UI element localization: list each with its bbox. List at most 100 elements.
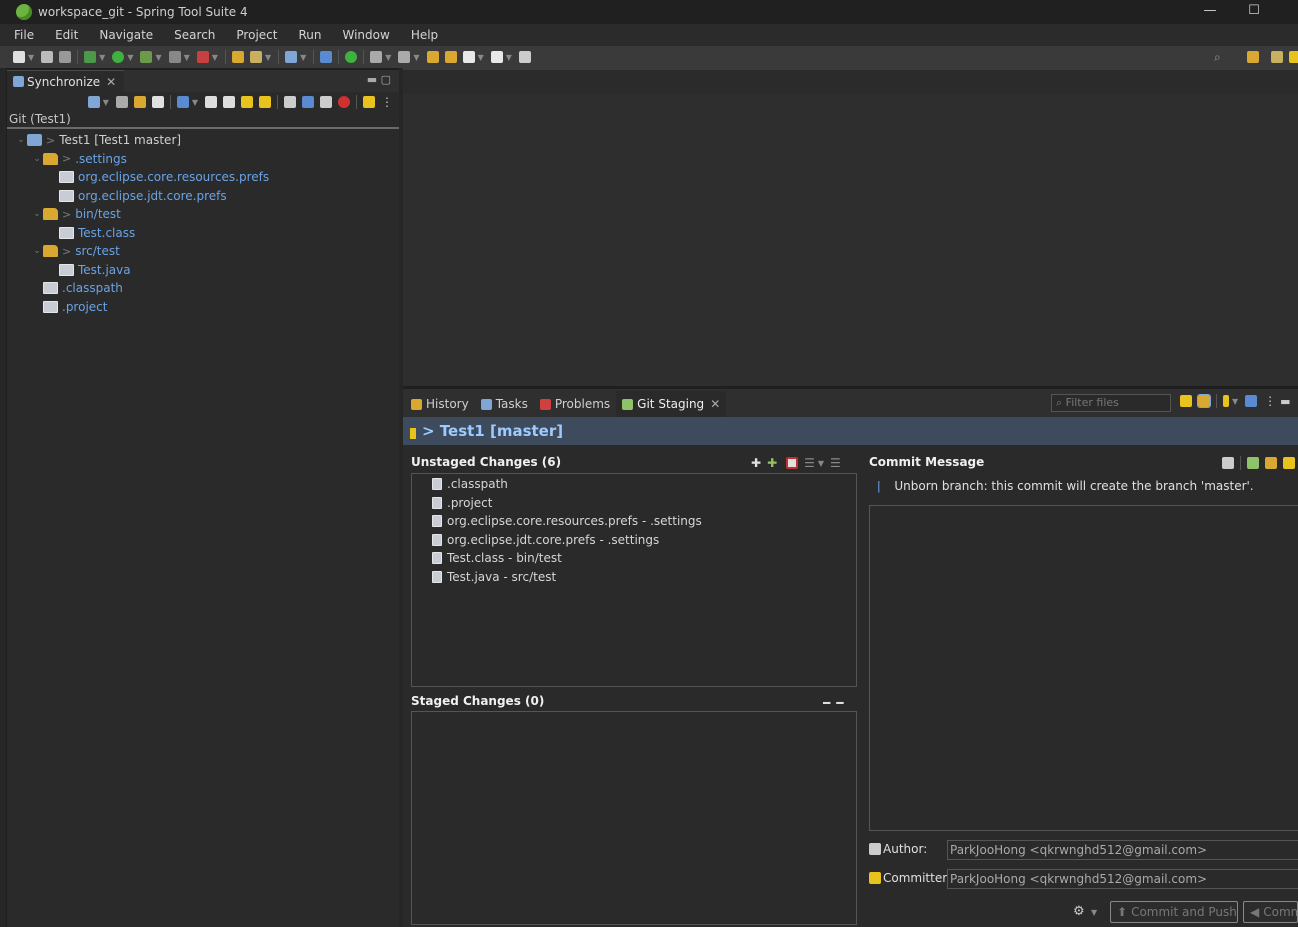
menu-navigate[interactable]: Navigate [91, 24, 161, 46]
stage-all-icon[interactable]: ✚ [767, 456, 777, 470]
tab-tasks[interactable]: Tasks [475, 391, 534, 417]
synchronize-icon[interactable] [115, 96, 128, 108]
list-item[interactable]: .classpath [412, 475, 856, 494]
both-mode-icon[interactable] [320, 96, 332, 108]
menu-help[interactable]: Help [403, 24, 446, 46]
sync-mode-dropdown-icon[interactable]: ▼ [103, 98, 109, 107]
minimize-button[interactable]: — [1188, 0, 1232, 24]
tree-item[interactable]: ⌄ > src/test [7, 242, 399, 261]
tree-item[interactable]: Test.class [7, 224, 399, 243]
link-selection-icon[interactable] [1197, 394, 1211, 408]
outgoing-mode-icon[interactable] [302, 96, 314, 108]
debug-dropdown-icon[interactable]: ▼ [99, 53, 105, 62]
save-all-icon[interactable] [59, 51, 72, 63]
tree-item[interactable]: .project [7, 298, 399, 317]
chevron-down-icon[interactable]: ⌄ [31, 154, 43, 164]
commit-and-push-button[interactable]: ⬆ Commit and Push [1110, 901, 1238, 923]
pin-editor-icon[interactable] [518, 51, 531, 63]
repository-icon[interactable] [1223, 395, 1229, 407]
layout-dropdown-icon[interactable]: ▼ [192, 98, 198, 107]
list-item[interactable]: org.eclipse.jdt.core.prefs - .settings [412, 531, 856, 550]
new-icon[interactable] [13, 51, 25, 63]
sync-mode-icon[interactable] [87, 96, 100, 108]
tree-item[interactable]: .classpath [7, 279, 399, 298]
back-icon[interactable] [462, 51, 475, 63]
stop-dropdown-icon[interactable]: ▼ [184, 53, 190, 62]
annotation-prev-icon[interactable] [398, 51, 411, 63]
chevron-down-icon[interactable]: ⌄ [31, 209, 43, 219]
tab-history[interactable]: History [405, 391, 475, 417]
tab-git-staging[interactable]: Git Staging ✕ [616, 391, 727, 417]
layout-icon[interactable] [176, 96, 189, 108]
menu-run[interactable]: Run [290, 24, 329, 46]
maximize-button[interactable]: ☐ [1232, 0, 1276, 24]
view-menu-icon[interactable]: ⋮ [1264, 394, 1276, 408]
collapse-all-icon[interactable] [223, 96, 235, 108]
git-icon[interactable] [285, 51, 298, 63]
debug-icon[interactable] [84, 51, 97, 63]
pull-icon[interactable] [133, 96, 146, 108]
boot-dashboard-icon[interactable] [345, 51, 358, 63]
presentation-dropdown-icon[interactable]: ▼ [818, 459, 824, 468]
unstaged-changes-list[interactable]: .classpath .project org.eclipse.core.resou… [411, 473, 857, 687]
incoming-mode-icon[interactable] [284, 96, 296, 108]
menu-window[interactable]: Window [334, 24, 397, 46]
tree-item[interactable]: ⌄ > .settings [7, 150, 399, 169]
presentation-icon[interactable]: ☰ [804, 456, 815, 470]
tab-synchronize[interactable]: Synchronize ✕ [7, 70, 125, 92]
git-dropdown-icon[interactable]: ▼ [300, 53, 306, 62]
close-icon[interactable]: ✕ [710, 397, 720, 411]
gear-icon[interactable]: ⚙ [1073, 904, 1085, 919]
layout-icon[interactable] [1245, 395, 1258, 407]
menu-project[interactable]: Project [228, 24, 285, 46]
tree-item[interactable]: ⌄ > bin/test [7, 205, 399, 224]
commit-message-input[interactable] [869, 505, 1298, 831]
stop-icon[interactable] [168, 51, 181, 63]
previous-difference-icon[interactable] [259, 96, 271, 108]
lock-icon[interactable] [1283, 457, 1295, 469]
list-item[interactable]: .project [412, 494, 856, 513]
open-perspective-icon[interactable] [1247, 51, 1259, 63]
commit-button[interactable]: ◀ Comm [1243, 901, 1298, 923]
close-icon[interactable]: ✕ [106, 75, 116, 89]
java-perspective-icon[interactable] [1289, 51, 1298, 63]
next-edit-icon[interactable] [444, 51, 457, 63]
stage-selected-icon[interactable]: ✚ [751, 456, 761, 470]
external-tools-icon[interactable] [196, 51, 209, 63]
collapse-icon[interactable]: ☰ [830, 456, 841, 470]
open-task-icon[interactable] [249, 51, 262, 63]
save-icon[interactable] [41, 51, 54, 63]
amend-icon[interactable] [1265, 457, 1277, 469]
external-tools-dropdown-icon[interactable]: ▼ [212, 53, 218, 62]
forward-dropdown-icon[interactable]: ▼ [506, 53, 512, 62]
committer-field[interactable]: ParkJooHong <qkrwnghd512@gmail.com> [947, 869, 1298, 889]
conflicts-mode-icon[interactable] [338, 96, 350, 108]
open-type-icon[interactable] [231, 51, 244, 63]
unstage-all-icon[interactable]: ━ [836, 696, 843, 710]
new-dropdown-icon[interactable]: ▼ [28, 53, 34, 62]
author-field[interactable]: ParkJooHong <qkrwnghd512@gmail.com> [947, 840, 1298, 860]
chevron-down-icon[interactable]: ⌄ [15, 135, 27, 145]
repository-dropdown-icon[interactable]: ▼ [1232, 397, 1238, 406]
list-item[interactable]: Test.java - src/test [412, 568, 856, 587]
settings-dropdown-icon[interactable]: ▼ [1091, 908, 1097, 917]
back-dropdown-icon[interactable]: ▼ [478, 53, 484, 62]
push-icon[interactable] [151, 96, 164, 108]
tree-item[interactable]: Test.java [7, 261, 399, 280]
forward-icon[interactable] [490, 51, 503, 63]
coverage-icon[interactable] [140, 51, 153, 63]
last-edit-icon[interactable] [426, 51, 439, 63]
signed-off-icon[interactable] [1247, 457, 1259, 469]
annotation-next-icon[interactable] [370, 51, 383, 63]
minimize-view-icon[interactable]: ▬ ▢ [367, 73, 391, 86]
staged-changes-list[interactable] [411, 711, 857, 925]
chevron-down-icon[interactable]: ⌄ [31, 246, 43, 256]
minimize-view-icon[interactable]: ▬ [1280, 395, 1290, 408]
tree-item[interactable]: ⌄ > Test1 [Test1 master] [7, 131, 399, 150]
annotation-next-dropdown-icon[interactable]: ▼ [385, 53, 391, 62]
unstage-selected-icon[interactable]: ━ [823, 696, 830, 710]
filter-files-input[interactable]: ⌕ Filter files [1051, 394, 1171, 412]
console-icon[interactable] [320, 51, 333, 63]
tree-item[interactable]: org.eclipse.jdt.core.prefs [7, 187, 399, 206]
tree-item[interactable]: org.eclipse.core.resources.prefs [7, 168, 399, 187]
